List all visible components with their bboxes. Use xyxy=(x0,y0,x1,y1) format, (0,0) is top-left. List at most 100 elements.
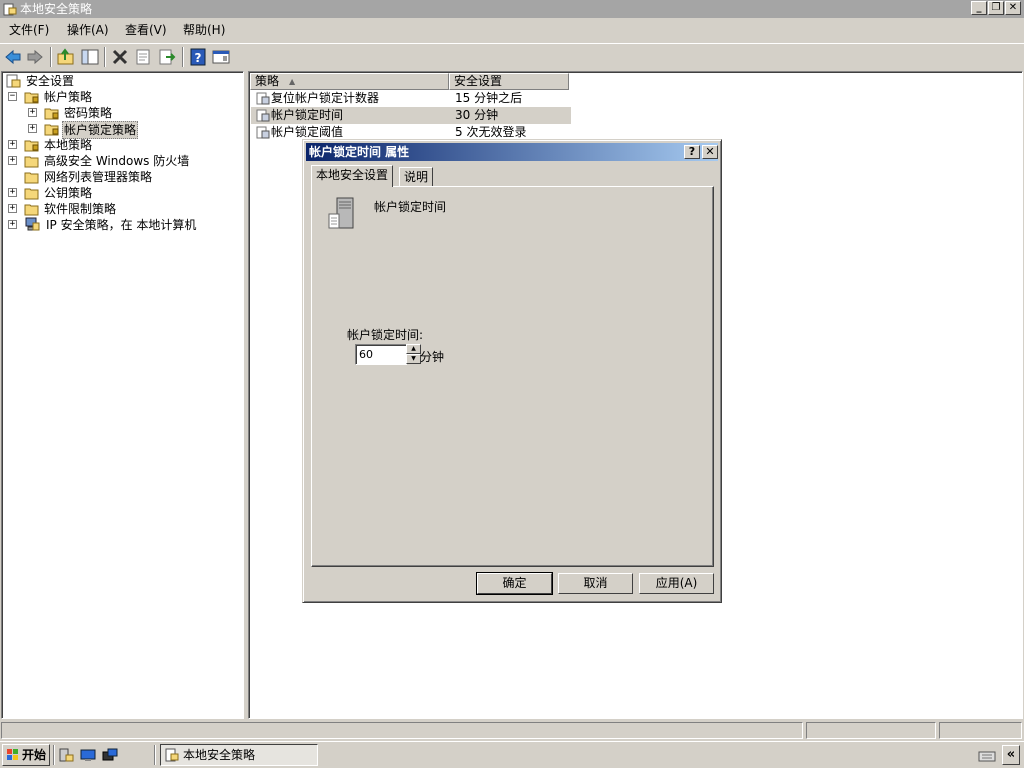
policy-name: 帐户锁定时间 xyxy=(271,108,344,122)
tab-spacer xyxy=(422,168,434,186)
expand-toggle[interactable]: + xyxy=(8,220,17,229)
tree-label: 安全设置 xyxy=(26,74,75,88)
app-icon xyxy=(3,3,17,16)
tree-label: 高级安全 Windows 防火墙 xyxy=(44,154,190,168)
taskbar-separator xyxy=(53,745,55,765)
properties-icon[interactable] xyxy=(133,47,153,67)
folder-icon xyxy=(24,204,39,216)
command-prompt-icon[interactable] xyxy=(102,747,118,763)
export-list-icon[interactable] xyxy=(157,47,177,67)
taskbar-item-label: 本地安全策略 xyxy=(183,748,256,762)
svg-text:?: ? xyxy=(195,51,202,65)
tab-local-security-setting[interactable]: 本地安全设置 xyxy=(311,165,394,187)
server-manager-icon[interactable] xyxy=(58,747,74,763)
policy-setting: 15 分钟之后 xyxy=(455,91,523,105)
toolbar-separator xyxy=(182,47,184,67)
help-icon[interactable]: ? xyxy=(188,47,208,67)
collapse-toggle[interactable]: − xyxy=(8,92,17,101)
back-arrow-icon[interactable] xyxy=(3,47,23,67)
show-desktop-icon[interactable] xyxy=(80,747,96,763)
lockout-duration-input[interactable]: 60 xyxy=(355,344,407,365)
tree-pane[interactable]: 安全设置 − 帐户策略 + 密码策略 + 帐户锁定策略 + 本地策略 + 高级安… xyxy=(1,71,244,719)
ipsec-computer-icon xyxy=(25,217,40,231)
properties-dialog: 帐户锁定时间 属性 ? ✕ 本地安全设置 说明 帐户锁定时间 帐户锁定时间: 6… xyxy=(302,139,722,603)
window-title: 本地安全策略 xyxy=(20,2,93,16)
expand-toggle[interactable]: + xyxy=(8,140,17,149)
console-icon[interactable] xyxy=(211,47,231,67)
folder-icon xyxy=(24,172,39,184)
keyboard-icon[interactable] xyxy=(978,747,996,763)
taskbar-separator xyxy=(154,745,156,765)
column-header-policy[interactable]: 策略 ▲ xyxy=(250,73,449,90)
spin-up-button[interactable]: ▲ xyxy=(406,344,421,354)
expand-toggle[interactable]: + xyxy=(28,124,37,133)
tree-label: 公钥策略 xyxy=(44,186,93,200)
column-header-label: 安全设置 xyxy=(454,74,503,88)
start-label: 开始 xyxy=(22,748,47,762)
app-icon xyxy=(165,748,179,762)
policy-title: 帐户锁定时间 xyxy=(374,200,447,214)
column-header-setting[interactable]: 安全设置 xyxy=(449,73,569,90)
expand-toggle[interactable]: + xyxy=(8,204,17,213)
policy-icon xyxy=(256,92,270,105)
tree-label: 本地策略 xyxy=(44,138,93,152)
status-panel xyxy=(806,722,936,739)
folder-icon xyxy=(24,188,39,200)
unit-label: 分钟 xyxy=(420,350,445,364)
tree-label: 密码策略 xyxy=(64,106,113,120)
tree-label: IP 安全策略，在 本地计算机 xyxy=(46,218,197,232)
forward-arrow-icon[interactable] xyxy=(25,47,45,67)
expand-toggle[interactable]: + xyxy=(28,108,37,117)
ok-button[interactable]: 确定 xyxy=(476,572,553,595)
toolbar-separator xyxy=(104,47,106,67)
start-button[interactable]: 开始 xyxy=(2,744,50,766)
status-panel-main xyxy=(1,722,803,739)
apply-button[interactable]: 应用(A) xyxy=(639,573,714,594)
policy-setting: 30 分钟 xyxy=(455,108,499,122)
cancel-button[interactable]: 取消 xyxy=(558,573,633,594)
dialog-title: 帐户锁定时间 属性 xyxy=(309,145,410,159)
menu-file[interactable]: 文件(F) xyxy=(9,23,49,37)
folder-lock-icon xyxy=(44,124,59,136)
policy-name: 复位帐户锁定计数器 xyxy=(271,91,380,105)
status-bar xyxy=(0,721,1024,741)
toolbar: ? xyxy=(0,43,1024,69)
status-panel xyxy=(939,722,1022,739)
close-button[interactable]: ✕ xyxy=(1005,1,1021,15)
folder-lock-icon xyxy=(24,92,39,104)
spin-down-button[interactable]: ▼ xyxy=(406,354,421,364)
folder-lock-icon xyxy=(44,108,59,120)
menu-help[interactable]: 帮助(H) xyxy=(183,23,225,37)
restore-button[interactable]: ❐ xyxy=(988,1,1004,15)
dialog-close-button[interactable]: ✕ xyxy=(702,145,718,159)
dialog-help-button[interactable]: ? xyxy=(684,145,700,159)
tree-label: 帐户策略 xyxy=(44,90,93,104)
tray-expand-button[interactable]: « xyxy=(1002,745,1020,765)
up-folder-icon[interactable] xyxy=(56,47,76,67)
taskbar-item-local-security-policy[interactable]: 本地安全策略 xyxy=(160,744,318,766)
list-item[interactable]: 复位帐户锁定计数器 15 分钟之后 xyxy=(251,90,571,107)
delete-icon[interactable] xyxy=(110,47,130,67)
field-label: 帐户锁定时间: xyxy=(347,328,424,342)
show-hide-tree-icon[interactable] xyxy=(80,47,100,67)
tree-label: 网络列表管理器策略 xyxy=(44,170,153,184)
tree-label: 软件限制策略 xyxy=(44,202,117,216)
minimize-button[interactable]: _ xyxy=(971,1,987,15)
folder-lock-icon xyxy=(24,140,39,152)
tab-panel: 帐户锁定时间 帐户锁定时间: 60 ▲ ▼ 分钟 xyxy=(311,186,714,567)
window-titlebar[interactable]: 本地安全策略 _ ❐ ✕ xyxy=(0,0,1024,18)
policy-icon xyxy=(256,109,270,122)
list-item-selected[interactable]: 帐户锁定时间 30 分钟 xyxy=(251,107,571,124)
windows-logo-icon xyxy=(7,749,18,760)
menu-action[interactable]: 操作(A) xyxy=(67,23,109,37)
dialog-titlebar[interactable]: 帐户锁定时间 属性 ? ✕ xyxy=(306,143,718,161)
menu-bar: 文件(F) 操作(A) 查看(V) 帮助(H) xyxy=(0,19,1024,41)
tab-explain[interactable]: 说明 xyxy=(399,167,434,187)
menu-view[interactable]: 查看(V) xyxy=(125,23,167,37)
policy-icon xyxy=(256,126,270,139)
taskbar: 开始 本地安全策略 « xyxy=(0,741,1024,768)
expand-toggle[interactable]: + xyxy=(8,188,17,197)
expand-toggle[interactable]: + xyxy=(8,156,17,165)
security-settings-icon xyxy=(6,74,21,88)
server-icon xyxy=(328,197,354,229)
